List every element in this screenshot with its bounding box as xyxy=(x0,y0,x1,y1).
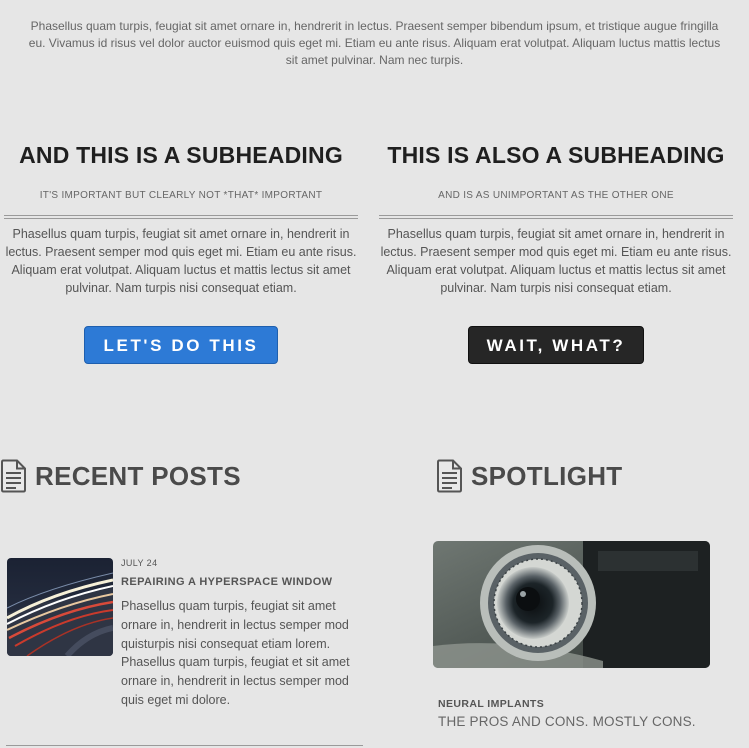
document-icon xyxy=(0,459,26,493)
post-meta: JULY 24 REPAIRING A HYPERSPACE WINDOW Ph… xyxy=(121,558,357,710)
spotlight-category: NEURAL IMPLANTS xyxy=(438,698,545,710)
feature-column-right: THIS IS ALSO A SUBHEADING AND IS AS UNIM… xyxy=(379,140,733,364)
feature-heading: AND THIS IS A SUBHEADING xyxy=(19,142,343,168)
feature-subtext: IT'S IMPORTANT BUT CLEARLY NOT *THAT* IM… xyxy=(39,190,323,201)
spotlight-header: SPOTLIGHT xyxy=(436,458,622,494)
feature-body: Phasellus quam turpis, feugiat sit amet … xyxy=(380,227,732,295)
divider xyxy=(4,215,358,219)
lets-do-this-button[interactable]: LET'S DO THIS xyxy=(84,326,278,364)
divider xyxy=(379,215,733,219)
wait-what-button[interactable]: WAIT, WHAT? xyxy=(468,326,644,364)
feature-column-left: AND THIS IS A SUBHEADING IT'S IMPORTANT … xyxy=(4,140,358,364)
camera-photo xyxy=(433,541,710,668)
post-title-link[interactable]: REPAIRING A HYPERSPACE WINDOW xyxy=(121,576,357,589)
feature-subtext: AND IS AS UNIMPORTANT AS THE OTHER ONE xyxy=(438,190,674,201)
spotlight-image[interactable] xyxy=(433,541,710,668)
section-title: SPOTLIGHT xyxy=(471,460,623,491)
recent-posts-header: RECENT POSTS xyxy=(0,458,241,494)
section-title: RECENT POSTS xyxy=(35,460,241,491)
post-excerpt: Phasellus quam turpis, feugiat sit amet … xyxy=(121,599,350,707)
post-date: JULY 24 xyxy=(121,558,158,568)
intro-paragraph: Phasellus quam turpis, feugiat sit amet … xyxy=(28,19,721,67)
divider xyxy=(6,745,363,746)
document-icon xyxy=(437,459,462,493)
light-trails-image xyxy=(7,558,113,656)
post-thumbnail[interactable] xyxy=(7,558,113,656)
feature-heading: THIS IS ALSO A SUBHEADING xyxy=(387,142,725,168)
feature-body: Phasellus quam turpis, feugiat sit amet … xyxy=(5,227,357,295)
spotlight-headline-link[interactable]: THE PROS AND CONS. MOSTLY CONS. xyxy=(438,713,696,730)
